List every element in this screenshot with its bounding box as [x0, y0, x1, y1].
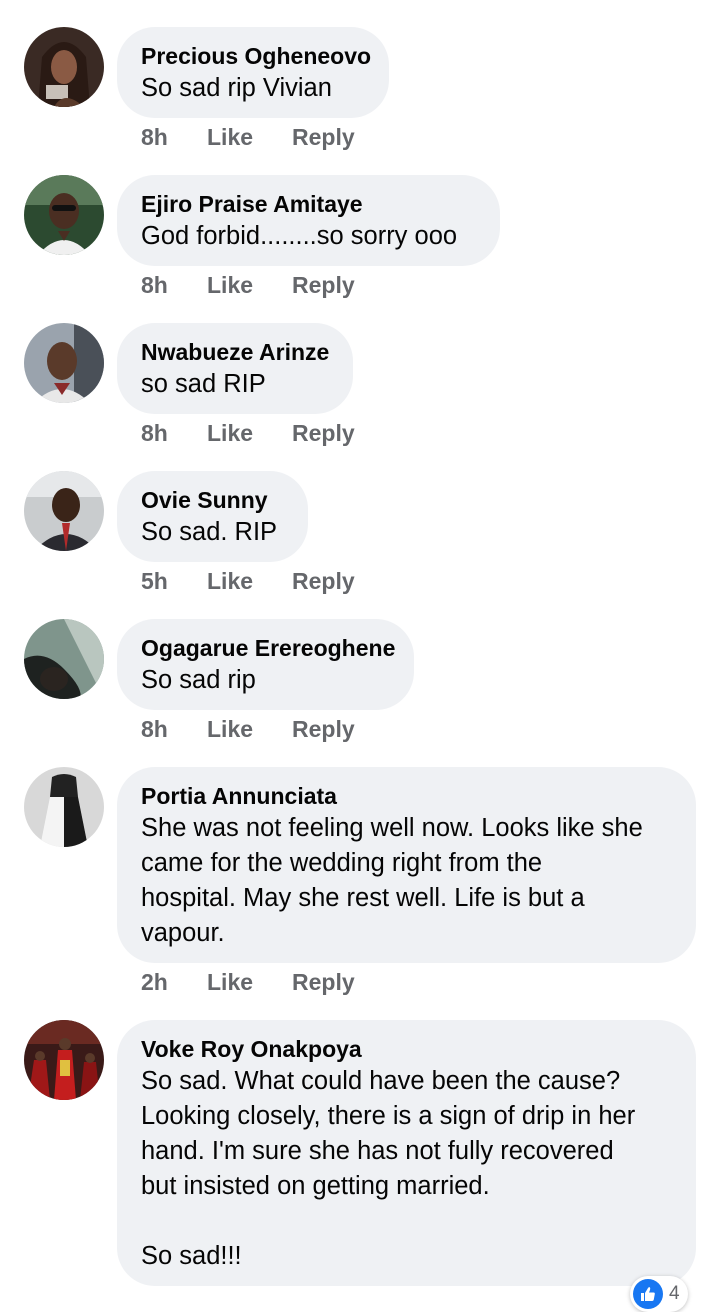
like-button[interactable]: Like: [207, 568, 253, 595]
reply-button[interactable]: Reply: [292, 124, 355, 151]
comment-text-line: So sad rip Vivian: [141, 74, 332, 102]
comment-bubble: Precious Ogheneovo So sad rip Vivian: [117, 27, 389, 118]
comment-text-line: hospital. May she rest well. Life is but…: [141, 884, 585, 912]
like-thumb-icon: [633, 1279, 663, 1309]
comment-text-line: She was not feeling well now. Looks like…: [141, 814, 643, 842]
reply-button[interactable]: Reply: [292, 272, 355, 299]
reply-button[interactable]: Reply: [292, 716, 355, 743]
comment-text: God forbid........so sorry ooo: [141, 219, 457, 254]
avatar[interactable]: [24, 323, 104, 403]
comment-text: So sad. RIP: [141, 515, 277, 550]
reply-button[interactable]: Reply: [292, 969, 355, 996]
avatar[interactable]: [24, 1020, 104, 1100]
comment-text: She was not feeling well now. Looks like…: [141, 811, 643, 951]
comment-text-line: So sad rip: [141, 666, 256, 694]
comment-time[interactable]: 5h: [141, 568, 168, 595]
comment-text-line: but insisted on getting married.: [141, 1172, 490, 1200]
comment-text-line: So sad. What could have been the cause?: [141, 1067, 621, 1095]
comment-time[interactable]: 8h: [141, 124, 168, 151]
comment-text-line: God forbid........so sorry ooo: [141, 222, 458, 250]
comment-bubble: Ovie Sunny So sad. RIP: [117, 471, 308, 562]
comment-bubble: Portia Annunciata She was not feeling we…: [117, 767, 696, 963]
comment-time[interactable]: 2h: [141, 969, 168, 996]
comment-bubble: Nwabueze Arinze so sad RIP: [117, 323, 353, 414]
comment-time[interactable]: 8h: [141, 420, 168, 447]
comment-author[interactable]: Voke Roy Onakpoya: [141, 1036, 362, 1063]
comment-bubble: Voke Roy Onakpoya So sad. What could hav…: [117, 1020, 696, 1286]
comment-text-line: So sad. RIP: [141, 518, 278, 546]
avatar[interactable]: [24, 619, 104, 699]
comment-author[interactable]: Ovie Sunny: [141, 487, 268, 514]
like-button[interactable]: Like: [207, 420, 253, 447]
avatar[interactable]: [24, 175, 104, 255]
comment-time[interactable]: 8h: [141, 272, 168, 299]
comment-author[interactable]: Portia Annunciata: [141, 783, 337, 810]
reply-button[interactable]: Reply: [292, 420, 355, 447]
comment-text-line: so sad RIP: [141, 370, 266, 398]
avatar[interactable]: [24, 471, 104, 551]
comment-text-line: Looking closely, there is a sign of drip…: [141, 1102, 636, 1130]
like-button[interactable]: Like: [207, 272, 253, 299]
reaction-count: 4: [669, 1283, 680, 1304]
avatar[interactable]: [24, 767, 104, 847]
comment-text: So sad. What could have been the cause? …: [141, 1064, 635, 1274]
comment-text: So sad rip: [141, 663, 256, 698]
comment-bubble: Ejiro Praise Amitaye God forbid........s…: [117, 175, 500, 266]
comment-author[interactable]: Precious Ogheneovo: [141, 43, 371, 70]
comment-author[interactable]: Ogagarue Erereoghene: [141, 635, 395, 662]
comment-text-line: hand. I'm sure she has not fully recover…: [141, 1137, 614, 1165]
avatar[interactable]: [24, 27, 104, 107]
comment-text-line: [141, 1204, 635, 1239]
comment-bubble: Ogagarue Erereoghene So sad rip: [117, 619, 414, 710]
comment-author[interactable]: Nwabueze Arinze: [141, 339, 329, 366]
like-button[interactable]: Like: [207, 124, 253, 151]
comment-text: So sad rip Vivian: [141, 71, 332, 106]
comment-text-line: vapour.: [141, 919, 225, 947]
comment-time[interactable]: 8h: [141, 716, 168, 743]
comment-text: so sad RIP: [141, 367, 266, 402]
comment-text-line: So sad!!!: [141, 1242, 242, 1270]
reaction-summary[interactable]: 4: [630, 1276, 688, 1312]
comment-author[interactable]: Ejiro Praise Amitaye: [141, 191, 363, 218]
previous-comment-cutoff: [290, 0, 296, 13]
like-button[interactable]: Like: [207, 716, 253, 743]
like-button[interactable]: Like: [207, 969, 253, 996]
comment-text-line: came for the wedding right from the: [141, 849, 543, 877]
reply-button[interactable]: Reply: [292, 568, 355, 595]
